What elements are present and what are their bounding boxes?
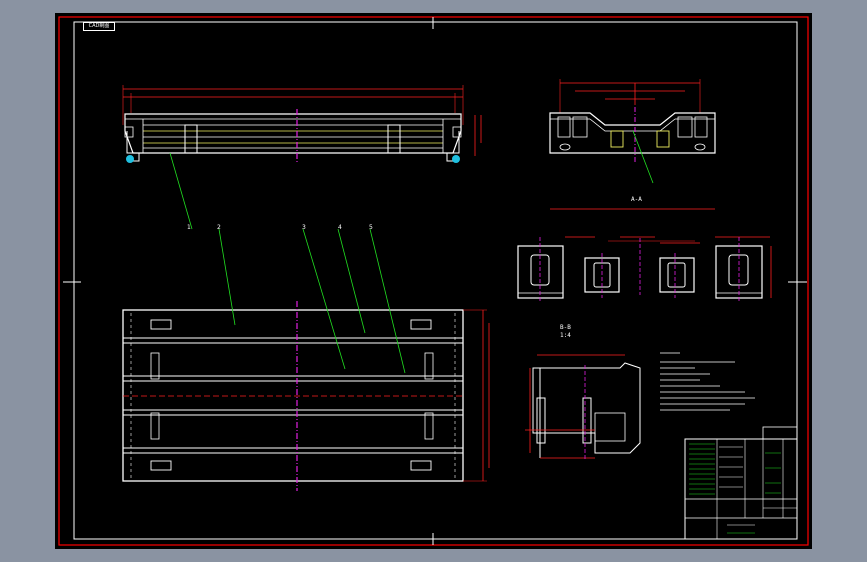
section-b-b-view <box>525 354 641 461</box>
technical-notes <box>660 352 755 411</box>
side-view <box>549 79 716 184</box>
balloon-5: 5 <box>369 224 373 231</box>
front-view <box>122 85 482 163</box>
title-block <box>684 426 798 540</box>
cad-drawing: 1 2 3 4 5 <box>58 16 809 546</box>
plan-view <box>122 301 490 491</box>
section-a-a-views <box>517 208 772 303</box>
drawing-sheet: CAD制图 A-A B-B 1:4 1 2 3 4 5 <box>55 13 812 549</box>
balloon-3: 3 <box>302 224 306 231</box>
leader-lines <box>169 152 406 374</box>
balloon-2: 2 <box>217 224 221 231</box>
balloon-1: 1 <box>187 224 191 231</box>
balloon-4: 4 <box>338 224 342 231</box>
inner-frame <box>73 21 798 540</box>
